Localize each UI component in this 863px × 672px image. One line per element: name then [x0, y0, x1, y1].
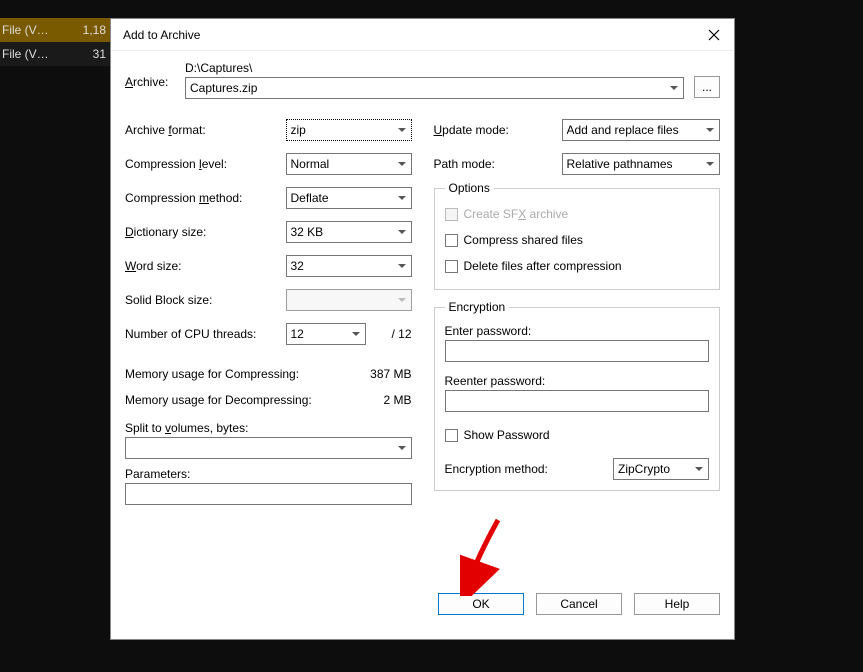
close-button[interactable]: [706, 27, 722, 43]
split-volumes-label: Split to volumes, bytes:: [125, 421, 248, 435]
update-mode-label: Update mode:: [434, 123, 554, 137]
file-row[interactable]: File (V… 1,18: [0, 18, 110, 42]
cpu-threads-total: / 12: [372, 327, 412, 341]
memory-decompress-label: Memory usage for Decompressing:: [125, 393, 312, 407]
repassword-input[interactable]: [445, 390, 710, 412]
dialog-body: Archive: D:\Captures\ ... Archive format…: [111, 51, 734, 583]
archive-folder-path: D:\Captures\: [185, 61, 684, 75]
compression-level-select[interactable]: Normal: [286, 153, 412, 175]
compression-method-select[interactable]: Deflate: [286, 187, 412, 209]
dialog-title: Add to Archive: [123, 28, 200, 42]
show-password-label: Show Password: [464, 428, 550, 442]
delete-after-checkbox[interactable]: [445, 260, 458, 273]
path-mode-select[interactable]: Relative pathnames: [562, 153, 721, 175]
file-row[interactable]: File (V… 31: [0, 42, 110, 66]
update-mode-select[interactable]: Add and replace files: [562, 119, 721, 141]
dialog-footer: OK Cancel Help: [111, 583, 734, 639]
file-name: File (V…: [2, 23, 49, 37]
archive-format-label: Archive format:: [125, 123, 286, 137]
ok-button[interactable]: OK: [438, 593, 524, 615]
show-password-checkbox[interactable]: [445, 429, 458, 442]
cancel-button[interactable]: Cancel: [536, 593, 622, 615]
titlebar[interactable]: Add to Archive: [111, 19, 734, 51]
solid-block-select: [286, 289, 412, 311]
dictionary-size-select[interactable]: 32 KB: [286, 221, 412, 243]
encryption-group: Encryption Enter password: Reenter passw…: [434, 300, 721, 491]
cpu-threads-select[interactable]: 12: [286, 323, 366, 345]
path-mode-label: Path mode:: [434, 157, 554, 171]
archive-name-input[interactable]: [185, 77, 684, 99]
archive-label: Archive:: [125, 61, 175, 89]
delete-after-label: Delete files after compression: [464, 259, 622, 273]
parameters-label: Parameters:: [125, 467, 190, 481]
compress-shared-label: Compress shared files: [464, 233, 583, 247]
repassword-label: Reenter password:: [445, 374, 710, 388]
file-name: File (V…: [2, 47, 49, 61]
memory-decompress-value: 2 MB: [383, 393, 411, 407]
sfx-checkbox: [445, 208, 458, 221]
archive-format-select[interactable]: zip: [286, 119, 412, 141]
memory-compress-label: Memory usage for Compressing:: [125, 367, 299, 381]
add-to-archive-dialog: Add to Archive Archive: D:\Captures\ ...…: [110, 18, 735, 640]
password-label: Enter password:: [445, 324, 710, 338]
help-button[interactable]: Help: [634, 593, 720, 615]
split-volumes-select[interactable]: [125, 437, 412, 459]
file-size: 1,18: [83, 23, 106, 37]
browse-button[interactable]: ...: [694, 76, 720, 98]
compress-shared-checkbox[interactable]: [445, 234, 458, 247]
solid-block-label: Solid Block size:: [125, 293, 286, 307]
encryption-method-label: Encryption method:: [445, 462, 606, 476]
file-size: 31: [93, 47, 106, 61]
archive-row: Archive: D:\Captures\ ...: [125, 61, 720, 99]
options-group: Options Create SFX archive Compress shar…: [434, 181, 721, 290]
encryption-legend: Encryption: [445, 300, 510, 314]
word-size-select[interactable]: 32: [286, 255, 412, 277]
compression-level-label: Compression level:: [125, 157, 286, 171]
cpu-threads-label: Number of CPU threads:: [125, 327, 286, 341]
right-column: Update mode: Add and replace files Path …: [434, 113, 721, 513]
background-file-list: File (V… 1,18 File (V… 31: [0, 18, 110, 66]
close-icon: [708, 29, 720, 41]
options-legend: Options: [445, 181, 494, 195]
left-column: Archive format: zip Compression level: N…: [125, 113, 412, 513]
dictionary-size-label: Dictionary size:: [125, 225, 286, 239]
word-size-label: Word size:: [125, 259, 286, 273]
password-input[interactable]: [445, 340, 710, 362]
memory-compress-value: 387 MB: [370, 367, 411, 381]
encryption-method-select[interactable]: ZipCrypto: [613, 458, 709, 480]
sfx-label: Create SFX archive: [464, 207, 569, 221]
compression-method-label: Compression method:: [125, 191, 286, 205]
parameters-input[interactable]: [125, 483, 412, 505]
